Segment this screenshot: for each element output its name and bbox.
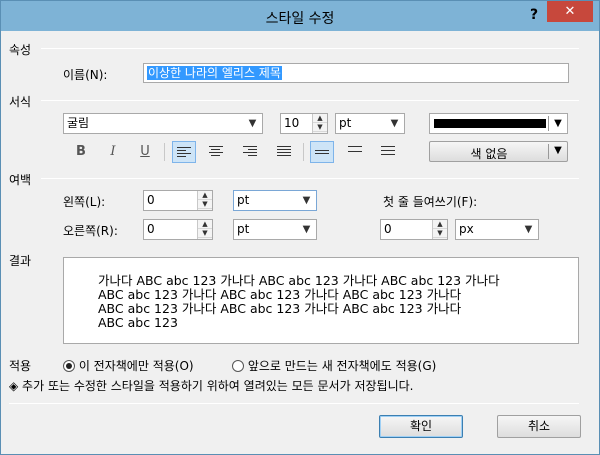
- section-divider: [41, 48, 579, 49]
- spin-up-icon[interactable]: ▲: [313, 114, 327, 123]
- align-center-button[interactable]: [204, 141, 228, 163]
- left-margin-value: 0: [147, 193, 155, 207]
- line-spacing-double-button[interactable]: [376, 141, 400, 163]
- chevron-down-icon[interactable]: ▼: [551, 145, 565, 156]
- cancel-button[interactable]: 취소: [497, 415, 581, 438]
- section-apply-label: 적용: [9, 359, 32, 373]
- footer-divider: [9, 403, 579, 404]
- bold-button[interactable]: B: [69, 141, 93, 163]
- result-preview-box: 가나다 ABC abc 123 가나다 ABC abc 123 가나다 ABC …: [63, 257, 579, 344]
- underline-button[interactable]: U: [133, 141, 157, 163]
- result-preview-text: 가나다 ABC abc 123 가나다 ABC abc 123 가나다 ABC …: [98, 274, 528, 330]
- section-attributes-label: 속성: [9, 43, 32, 57]
- first-line-indent-unit-value: px: [459, 222, 474, 236]
- right-margin-unit-select[interactable]: pt ▼: [233, 219, 317, 240]
- align-center-icon: [209, 145, 223, 158]
- align-right-button[interactable]: [238, 141, 262, 163]
- font-color-picker[interactable]: ▼: [429, 113, 568, 134]
- section-result-label: 결과: [9, 254, 32, 268]
- font-family-select[interactable]: 굴림 ▼: [63, 113, 263, 134]
- first-line-indent-unit-select[interactable]: px ▼: [455, 219, 539, 240]
- right-margin-value: 0: [147, 222, 155, 236]
- first-line-indent-input[interactable]: 0 ▲ ▼: [380, 219, 448, 240]
- font-size-unit-select[interactable]: pt ▼: [335, 113, 405, 134]
- style-edit-dialog: 스타일 수정 ? ✕ 속성 이름(N): 이상한 나라의 엘리스 제목 서식 굴…: [0, 0, 600, 455]
- button-divider: [548, 144, 549, 159]
- picker-divider: [548, 116, 549, 131]
- name-input[interactable]: 이상한 나라의 엘리스 제목: [143, 63, 569, 83]
- spin-up-icon[interactable]: ▲: [198, 220, 212, 229]
- first-line-indent-label: 첫 줄 들여쓰기(F):: [383, 195, 478, 209]
- close-button[interactable]: ✕: [547, 1, 593, 22]
- align-left-icon: [177, 146, 191, 159]
- color-swatch: [434, 119, 546, 128]
- background-color-label: 색 없음: [470, 147, 508, 161]
- apply-this-book-label: 이 전자책에만 적용(O): [78, 359, 194, 373]
- background-color-button[interactable]: 색 없음 ▼: [429, 141, 568, 162]
- chevron-down-icon: ▼: [302, 224, 311, 235]
- line-spacing-double-icon: [381, 145, 395, 158]
- italic-button[interactable]: I: [101, 141, 125, 163]
- chevron-down-icon: ▼: [248, 118, 257, 129]
- left-margin-input[interactable]: 0 ▲ ▼: [143, 190, 213, 211]
- radio-selected-icon[interactable]: [63, 360, 75, 372]
- chevron-down-icon: ▼: [524, 224, 533, 235]
- title-bar: 스타일 수정 ? ✕: [1, 1, 599, 31]
- font-size-spinner[interactable]: ▲ ▼: [312, 114, 327, 133]
- line-spacing-medium-icon: [348, 145, 362, 158]
- preview-line: 가나다 ABC abc 123 가나다 ABC abc 123 가나다 ABC …: [98, 273, 500, 288]
- section-format-label: 서식: [9, 95, 32, 109]
- help-button[interactable]: ?: [526, 6, 542, 24]
- section-margins-label: 여백: [9, 173, 32, 187]
- font-size-value: 10: [284, 116, 300, 130]
- line-spacing-medium-button[interactable]: [343, 141, 367, 163]
- first-line-indent-spinner[interactable]: ▲ ▼: [432, 220, 447, 239]
- align-justify-button[interactable]: [272, 141, 296, 163]
- align-right-icon: [243, 145, 257, 158]
- right-margin-input[interactable]: 0 ▲ ▼: [143, 219, 213, 240]
- align-left-button[interactable]: [172, 141, 196, 163]
- left-margin-spinner[interactable]: ▲ ▼: [197, 191, 212, 210]
- spin-down-icon[interactable]: ▼: [198, 200, 212, 209]
- name-input-value: 이상한 나라의 엘리스 제목: [147, 66, 282, 80]
- spin-down-icon[interactable]: ▼: [313, 123, 327, 132]
- line-spacing-single-button[interactable]: [310, 141, 334, 163]
- spin-up-icon[interactable]: ▲: [433, 220, 447, 229]
- right-margin-label: 오른쪽(R):: [63, 224, 118, 238]
- font-size-input[interactable]: 10 ▲ ▼: [280, 113, 328, 134]
- spin-down-icon[interactable]: ▼: [433, 229, 447, 238]
- spin-down-icon[interactable]: ▼: [198, 229, 212, 238]
- font-family-value: 굴림: [67, 116, 90, 130]
- line-spacing-single-icon: [315, 147, 329, 159]
- left-margin-label: 왼쪽(L):: [63, 195, 106, 209]
- toolbar-separator: [164, 143, 165, 161]
- left-margin-unit-select[interactable]: pt ▼: [233, 190, 317, 211]
- first-line-indent-value: 0: [384, 222, 392, 236]
- apply-new-books-option[interactable]: 앞으로 만드는 새 전자책에도 적용(G): [232, 357, 436, 374]
- toolbar-separator: [303, 143, 304, 161]
- section-divider: [41, 178, 579, 179]
- left-margin-unit-value: pt: [237, 193, 250, 207]
- apply-new-books-label: 앞으로 만드는 새 전자책에도 적용(G): [247, 359, 437, 373]
- radio-unselected-icon[interactable]: [232, 360, 244, 372]
- preview-line: ABC abc 123 가나다 ABC abc 123 가나다 ABC abc …: [98, 287, 462, 302]
- save-notice: ◈ 추가 또는 수정한 스타일을 적용하기 위하여 열려있는 모든 문서가 저장…: [9, 379, 414, 393]
- section-divider: [41, 100, 579, 101]
- chevron-down-icon[interactable]: ▼: [551, 115, 565, 132]
- preview-line: ABC abc 123: [98, 315, 178, 330]
- chevron-down-icon: ▼: [302, 195, 311, 206]
- ok-button[interactable]: 확인: [379, 415, 463, 438]
- apply-this-book-option[interactable]: 이 전자책에만 적용(O): [63, 357, 194, 374]
- right-margin-unit-value: pt: [237, 222, 250, 236]
- chevron-down-icon: ▼: [390, 118, 399, 129]
- dialog-title: 스타일 수정: [265, 11, 335, 27]
- align-justify-icon: [277, 145, 291, 158]
- name-label: 이름(N):: [63, 68, 108, 82]
- preview-line: ABC abc 123 가나다 ABC abc 123 가나다 ABC abc …: [98, 301, 462, 316]
- right-margin-spinner[interactable]: ▲ ▼: [197, 220, 212, 239]
- font-size-unit-value: pt: [339, 116, 352, 130]
- spin-up-icon[interactable]: ▲: [198, 191, 212, 200]
